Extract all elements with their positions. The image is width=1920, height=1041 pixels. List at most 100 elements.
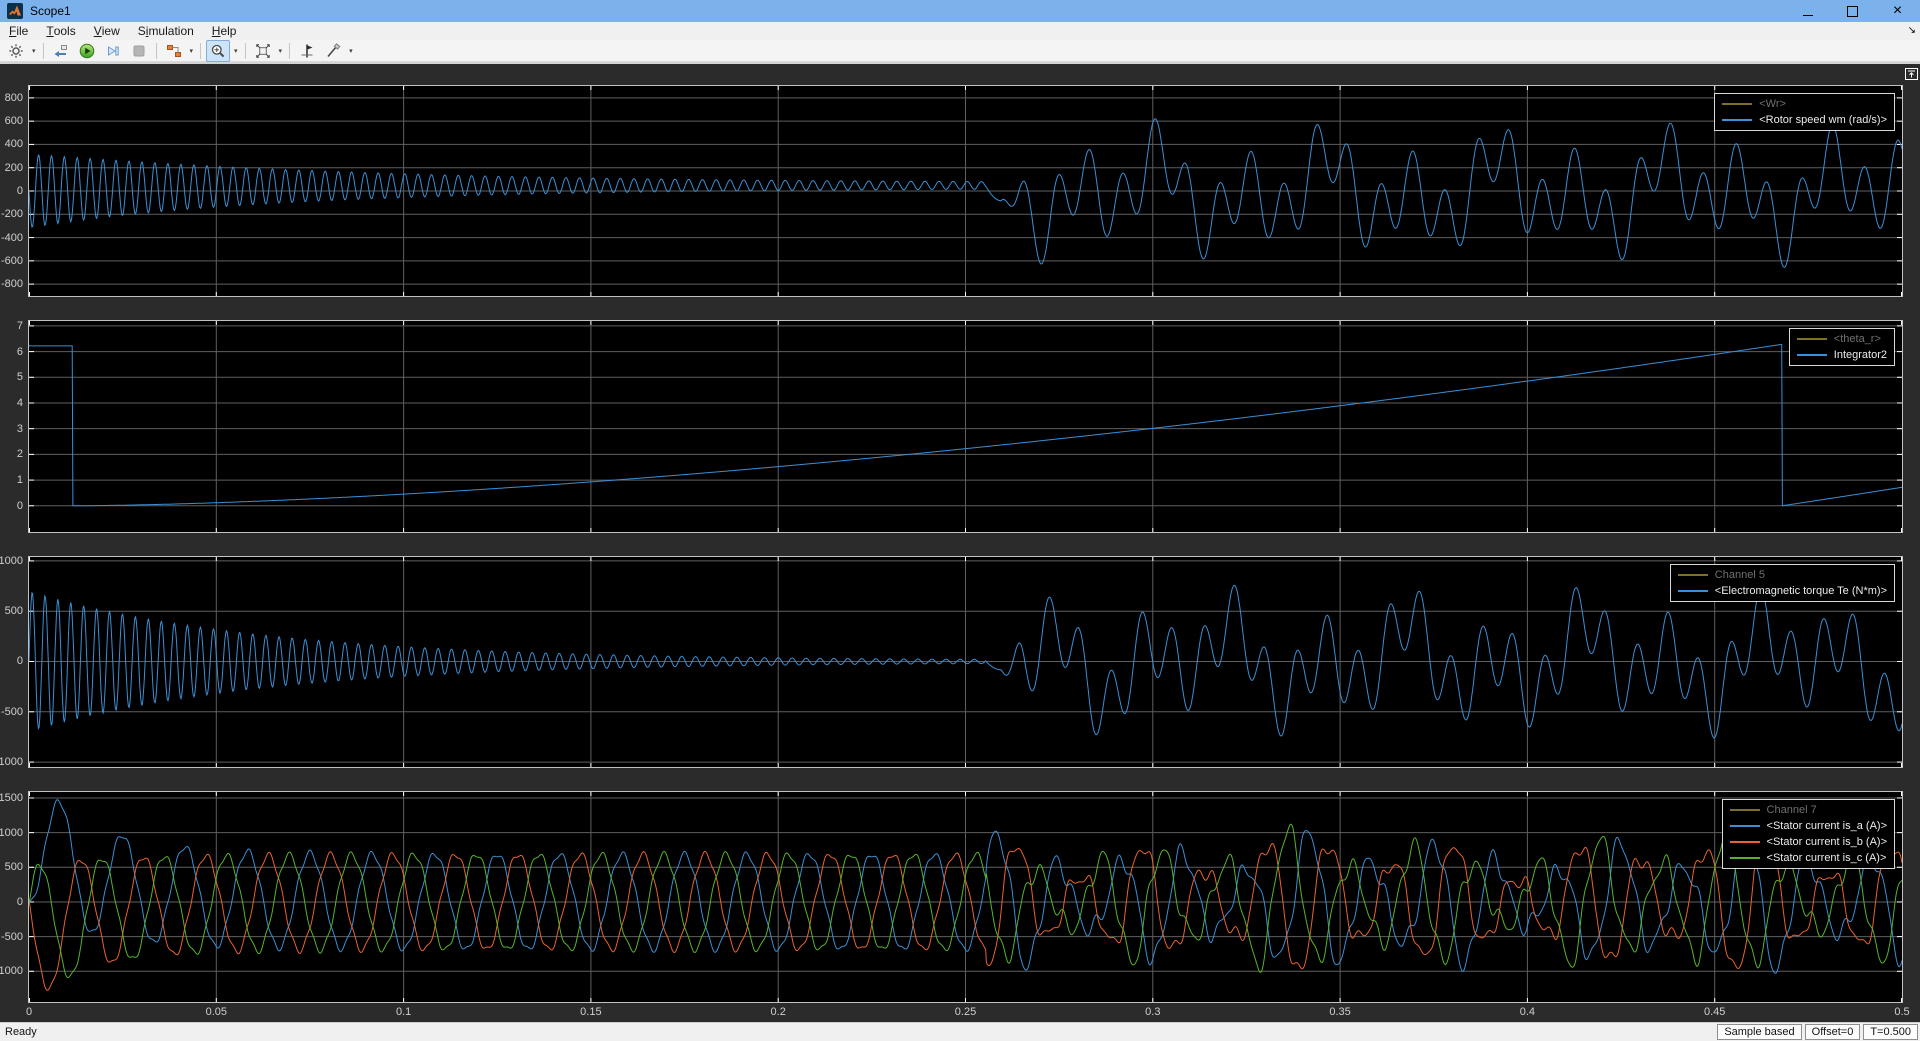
y-axis-tick-label: 1000 <box>0 827 23 839</box>
legend-label: <Stator current is_c (A)> <box>1767 852 1887 864</box>
plot-rotor-speed[interactable]: <Wr><Rotor speed wm (rad/s)> <box>28 85 1903 297</box>
y-axis-tick-label: 500 <box>5 861 23 873</box>
legend-line-swatch <box>1730 857 1760 859</box>
y-axis-tick-label: 200 <box>5 162 23 174</box>
legend-entry: <Stator current is_a (A)> <box>1730 819 1887 833</box>
y-axis-tick-label: 0 <box>17 655 23 667</box>
legend-entry: Channel 7 <box>1730 803 1887 817</box>
run-button[interactable] <box>75 40 99 62</box>
legend-entry: <theta_r> <box>1797 332 1887 346</box>
y-axis-tick-label: -500 <box>1 931 23 943</box>
title-bar[interactable]: Scope1 × <box>0 0 1920 22</box>
status-panel-offset: Offset=0 <box>1805 1024 1861 1040</box>
toolbar-separator <box>43 43 44 59</box>
close-button[interactable]: × <box>1875 0 1920 22</box>
legend-entry: <Stator current is_c (A)> <box>1730 851 1887 865</box>
legend-label: <Stator current is_b (A)> <box>1767 836 1887 848</box>
toolbar: ▾ ▾ ▾ ▾ ▾ <box>0 40 1920 62</box>
toolbar-separator <box>156 43 157 59</box>
x-axis-tick-label: 0.5 <box>1894 1006 1909 1018</box>
y-axis-tick-label: 800 <box>5 92 23 104</box>
toolbar-separator <box>289 43 290 59</box>
x-axis-tick-label: 0.45 <box>1704 1006 1725 1018</box>
y-axis-tick-label: -1000 <box>0 965 23 977</box>
legend-rotor-speed[interactable]: <Wr><Rotor speed wm (rad/s)> <box>1714 93 1895 131</box>
x-axis-tick-label: 0.05 <box>206 1006 227 1018</box>
autoscale-icon <box>255 43 271 59</box>
step-forward-button[interactable] <box>101 40 125 62</box>
signal-selector-dropdown[interactable]: ▾ <box>187 47 197 55</box>
minimize-button[interactable] <box>1785 0 1830 22</box>
y-axis-tick-label: 1000 <box>0 555 23 567</box>
legend-label: Integrator2 <box>1834 349 1887 361</box>
y-axis-tick-label: 5 <box>17 371 23 383</box>
toolbar-separator <box>245 43 246 59</box>
x-axis-tick-label: 0.4 <box>1520 1006 1535 1018</box>
stop-icon <box>131 43 147 59</box>
x-axis-tick-label: 0.2 <box>771 1006 786 1018</box>
gear-icon <box>8 43 24 59</box>
legend-theta[interactable]: <theta_r> Integrator2 <box>1789 328 1895 366</box>
plot-torque[interactable]: Channel 5 <Electromagnetic torque Te (N*m… <box>28 556 1903 768</box>
zoom-icon <box>210 43 226 59</box>
highlight-block-icon <box>53 43 69 59</box>
highlight-simulink-block-button[interactable] <box>49 40 73 62</box>
legend-label: <Stator current is_a (A)> <box>1767 820 1887 832</box>
legend-line-swatch <box>1678 574 1708 576</box>
legend-line-swatch <box>1797 354 1827 356</box>
triggers-dropdown[interactable]: ▾ <box>346 47 356 55</box>
legend-line-swatch <box>1730 825 1760 827</box>
legend-label: Channel 5 <box>1715 569 1765 581</box>
legend-entry: <Stator current is_b (A)> <box>1730 835 1887 849</box>
autoscale-dropdown[interactable]: ▾ <box>276 47 286 55</box>
legend-entry: Integrator2 <box>1797 348 1887 362</box>
plot-currents[interactable]: Channel 7 <Stator current is_a (A)> <Stato… <box>28 791 1903 1003</box>
matlab-scope-icon <box>7 3 23 19</box>
close-icon: × <box>1893 3 1902 19</box>
status-bar: Ready Sample basedOffset=0T=0.500 <box>0 1022 1920 1041</box>
legend-entry: <Electromagnetic torque Te (N*m)> <box>1678 584 1887 598</box>
legend-line-swatch <box>1730 809 1760 811</box>
zoom-dropdown[interactable]: ▾ <box>231 47 241 55</box>
dock-button[interactable] <box>1905 67 1918 85</box>
scope-canvas: <Wr><Rotor speed wm (rad/s)>800600400200… <box>0 62 1920 1022</box>
menu-view[interactable]: View <box>85 22 129 40</box>
maximize-button[interactable] <box>1830 0 1875 22</box>
y-axis-tick-label: 0 <box>17 185 23 197</box>
y-axis-tick-label: 600 <box>5 115 23 127</box>
menu-tools[interactable]: Tools <box>37 22 84 40</box>
y-axis-tick-label: 1500 <box>0 792 23 804</box>
menu-bar: FileToolsViewSimulationHelp <box>0 22 1920 40</box>
triggers-button[interactable] <box>321 40 345 62</box>
menu-simulation[interactable]: Simulation <box>129 22 203 40</box>
y-axis-tick-label: -800 <box>1 278 23 290</box>
y-axis-tick-label: 6 <box>17 346 23 358</box>
plot-theta[interactable]: <theta_r> Integrator2 <box>28 320 1903 533</box>
legend-line-swatch <box>1797 338 1827 340</box>
dock-icon <box>1905 67 1918 85</box>
status-text: Ready <box>5 1026 37 1038</box>
maximize-icon <box>1847 6 1858 17</box>
y-axis-tick-label: 3 <box>17 423 23 435</box>
legend-currents[interactable]: Channel 7 <Stator current is_a (A)> <Stato… <box>1722 799 1895 869</box>
y-axis-tick-label: 0 <box>17 500 23 512</box>
zoom-button[interactable] <box>206 40 230 62</box>
menubar-overflow-icon[interactable]: ↘ <box>1908 26 1916 36</box>
status-panel-time: T=0.500 <box>1863 1024 1918 1040</box>
legend-entry: Channel 5 <box>1678 568 1887 582</box>
cursor-measurements-button[interactable] <box>295 40 319 62</box>
legend-torque[interactable]: Channel 5 <Electromagnetic torque Te (N*m… <box>1670 564 1895 602</box>
triggers-icon <box>325 43 341 59</box>
menu-file[interactable]: File <box>0 22 37 40</box>
run-icon <box>79 43 95 59</box>
signal-selector-button[interactable] <box>162 40 186 62</box>
x-axis-tick-label: 0.15 <box>580 1006 601 1018</box>
menu-help[interactable]: Help <box>203 22 246 40</box>
y-axis-tick-label: -1000 <box>0 756 23 768</box>
configuration-properties-dropdown[interactable]: ▾ <box>29 47 39 55</box>
y-axis-tick-label: -200 <box>1 208 23 220</box>
autoscale-button[interactable] <box>251 40 275 62</box>
configuration-properties-button[interactable] <box>4 40 28 62</box>
legend-entry: <Rotor speed wm (rad/s)> <box>1722 113 1887 127</box>
stop-button[interactable] <box>127 40 151 62</box>
